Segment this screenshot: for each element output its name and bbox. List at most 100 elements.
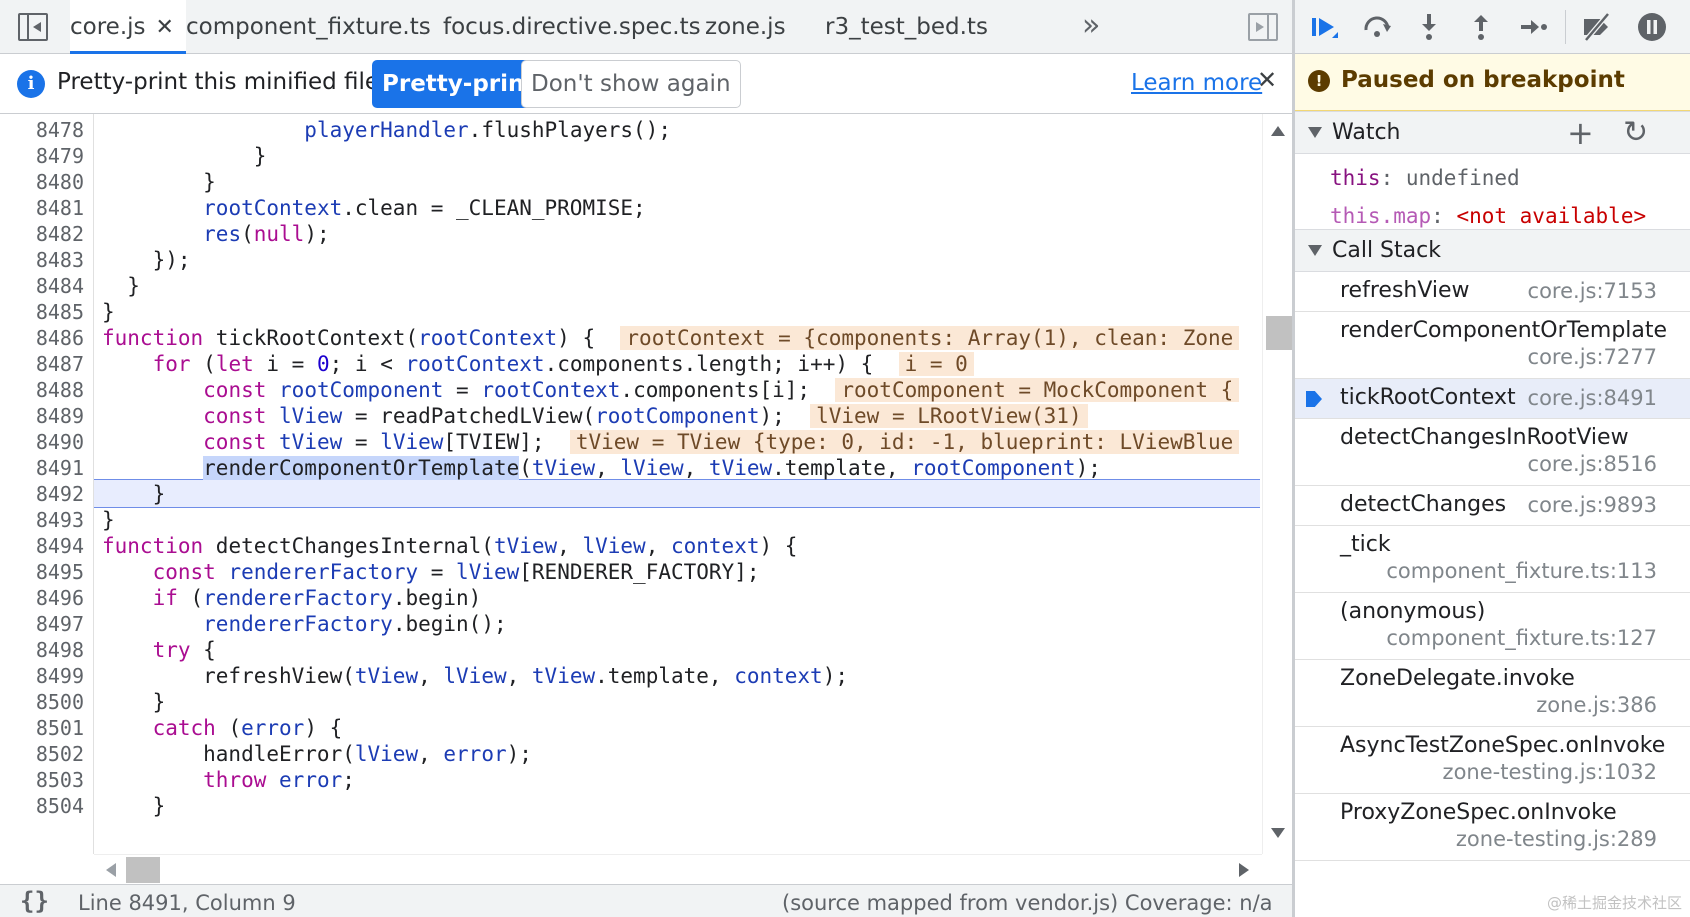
current-execution-line[interactable]: renderComponentOrTemplate(tView, lView, … (102, 454, 1262, 482)
tab-r3-test-bed[interactable]: r3_test_bed.ts (825, 0, 988, 54)
scrollbar-thumb[interactable] (126, 857, 160, 883)
watch-expression[interactable]: this: undefined (1330, 166, 1520, 190)
step-over-icon[interactable] (1360, 10, 1394, 44)
call-frame[interactable]: ZoneDelegate.invoke zone.js:386 (1295, 660, 1690, 727)
code-line[interactable]: } (102, 792, 1262, 820)
sidebar-toggle-icon[interactable] (1248, 13, 1278, 41)
line-number[interactable]: 8499 (0, 662, 84, 690)
call-frame-location[interactable]: zone-testing.js:289 (1456, 827, 1657, 851)
close-icon[interactable]: ✕ (156, 15, 174, 40)
call-frame[interactable]: renderComponentOrTemplate core.js:7277 (1295, 312, 1690, 379)
line-number[interactable]: 8482 (0, 220, 84, 248)
watch-expression[interactable]: this.map: <not available> (1330, 204, 1646, 228)
call-frame-location[interactable]: component_fixture.ts:113 (1386, 559, 1657, 583)
call-frame-location[interactable]: core.js:7277 (1528, 345, 1657, 369)
step-out-icon[interactable] (1464, 10, 1498, 44)
call-frame[interactable]: tickRootContext core.js:8491 (1295, 379, 1690, 419)
call-frame-location[interactable]: core.js:8491 (1528, 386, 1657, 410)
scrollbar-thumb[interactable] (1266, 316, 1292, 350)
dont-show-again-button[interactable]: Don't show again (521, 60, 741, 108)
line-number[interactable]: 8483 (0, 246, 84, 274)
scroll-up-arrow-icon[interactable] (1271, 126, 1285, 136)
code-line[interactable]: const tView = lView[TVIEW]; tView = TVie… (102, 428, 1262, 456)
pause-icon[interactable] (1635, 10, 1669, 44)
tab-component-fixture[interactable]: component_fixture.ts (186, 0, 431, 54)
step-icon[interactable] (1516, 10, 1550, 44)
curly-braces-icon[interactable]: {} (20, 887, 49, 915)
call-frame-location[interactable]: component_fixture.ts:127 (1386, 626, 1657, 650)
call-frame[interactable]: detectChanges core.js:9893 (1295, 486, 1690, 526)
horizontal-scrollbar[interactable] (94, 854, 1262, 884)
code-line[interactable]: function detectChangesInternal(tView, lV… (102, 532, 1262, 560)
pretty-print-button[interactable]: Pretty-print (372, 60, 546, 108)
line-number[interactable]: 8487 (0, 350, 84, 378)
call-frame[interactable]: ProxyZoneSpec.onInvoke zone-testing.js:28… (1295, 794, 1690, 861)
line-number[interactable]: 8491 (0, 454, 84, 482)
code-line[interactable]: handleError(lView, error); (102, 740, 1262, 768)
code-line[interactable]: for (let i = 0; i < rootContext.componen… (102, 350, 1262, 378)
code-line[interactable]: } (102, 688, 1262, 716)
call-frame[interactable]: detectChangesInRootView core.js:8516 (1295, 419, 1690, 486)
code-line[interactable]: if (rendererFactory.begin) (102, 584, 1262, 612)
line-number[interactable]: 8493 (0, 506, 84, 534)
code-line[interactable]: }); (102, 246, 1262, 274)
code-line[interactable]: function tickRootContext(rootContext) { … (102, 324, 1262, 352)
call-frame[interactable]: (anonymous) component_fixture.ts:127 (1295, 593, 1690, 660)
line-number[interactable]: 8490 (0, 428, 84, 456)
code-line[interactable]: const lView = readPatchedLView(rootCompo… (102, 402, 1262, 430)
code-line[interactable]: } (102, 142, 1262, 170)
call-frame[interactable]: _tick component_fixture.ts:113 (1295, 526, 1690, 593)
code-line[interactable]: const rendererFactory = lView[RENDERER_F… (102, 558, 1262, 586)
tab-zone-js[interactable]: zone.js (705, 0, 786, 54)
learn-more-link[interactable]: Learn more (1131, 70, 1262, 96)
line-number[interactable]: 8494 (0, 532, 84, 560)
line-number[interactable]: 8501 (0, 714, 84, 742)
scroll-right-arrow-icon[interactable] (1239, 863, 1249, 877)
call-frame-location[interactable]: core.js:7153 (1528, 279, 1657, 303)
double-chevron-right-icon[interactable]: » (1082, 8, 1100, 43)
sidebar-toggle-icon[interactable] (18, 13, 48, 41)
refresh-icon[interactable]: ↻ (1623, 115, 1648, 150)
code-line[interactable]: } (102, 168, 1262, 196)
resume-icon[interactable] (1308, 10, 1342, 44)
line-number[interactable]: 8500 (0, 688, 84, 716)
plus-icon[interactable]: + (1567, 114, 1594, 152)
line-number[interactable]: 8503 (0, 766, 84, 794)
line-number[interactable]: 8485 (0, 298, 84, 326)
line-number[interactable]: 8481 (0, 194, 84, 222)
call-stack-section-header[interactable]: Call Stack (1295, 229, 1690, 272)
scroll-left-arrow-icon[interactable] (106, 863, 116, 877)
scroll-down-arrow-icon[interactable] (1271, 828, 1285, 838)
line-number[interactable]: 8488 (0, 376, 84, 404)
call-frame[interactable]: refreshView core.js:7153 (1295, 272, 1690, 312)
line-number[interactable]: 8495 (0, 558, 84, 586)
close-icon[interactable]: ✕ (1257, 66, 1277, 94)
line-number[interactable]: 8479 (0, 142, 84, 170)
line-number[interactable]: 8484 (0, 272, 84, 300)
watch-section-header[interactable]: Watch + ↻ (1295, 111, 1690, 154)
code-line[interactable]: } (102, 480, 1262, 508)
code-line[interactable]: } (102, 298, 1262, 326)
tab-core-js[interactable]: core.js ✕ (70, 0, 186, 54)
line-number[interactable]: 8486 (0, 324, 84, 352)
code-line[interactable]: const rootComponent = rootContext.compon… (102, 376, 1262, 404)
code-line[interactable]: } (102, 272, 1262, 300)
call-frame-location[interactable]: core.js:8516 (1528, 452, 1657, 476)
line-number[interactable]: 8504 (0, 792, 84, 820)
code-line[interactable]: throw error; (102, 766, 1262, 794)
tab-focus-directive-spec[interactable]: focus.directive.spec.ts (443, 0, 701, 54)
line-number-gutter[interactable]: 8478 8479 8480 8481 8482 8483 8484 8485 8486 8487… (0, 114, 94, 854)
call-frame-location[interactable]: zone-testing.js:1032 (1443, 760, 1657, 784)
code-line[interactable]: try { (102, 636, 1262, 664)
code-editor[interactable]: 8478 8479 8480 8481 8482 8483 8484 8485 8486 8487… (0, 114, 1292, 884)
code-line[interactable]: refreshView(tView, lView, tView.template… (102, 662, 1262, 690)
code-line[interactable]: rootContext.clean = _CLEAN_PROMISE; (102, 194, 1262, 222)
code-line[interactable]: catch (error) { (102, 714, 1262, 742)
call-frame[interactable]: AsyncTestZoneSpec.onInvoke zone-testing.j… (1295, 727, 1690, 794)
call-frame-location[interactable]: zone.js:386 (1536, 693, 1657, 717)
step-into-icon[interactable] (1412, 10, 1446, 44)
code-line[interactable]: res(null); (102, 220, 1262, 248)
code-line[interactable]: } (102, 506, 1262, 534)
line-number[interactable]: 8496 (0, 584, 84, 612)
line-number[interactable]: 8492 (0, 480, 84, 508)
